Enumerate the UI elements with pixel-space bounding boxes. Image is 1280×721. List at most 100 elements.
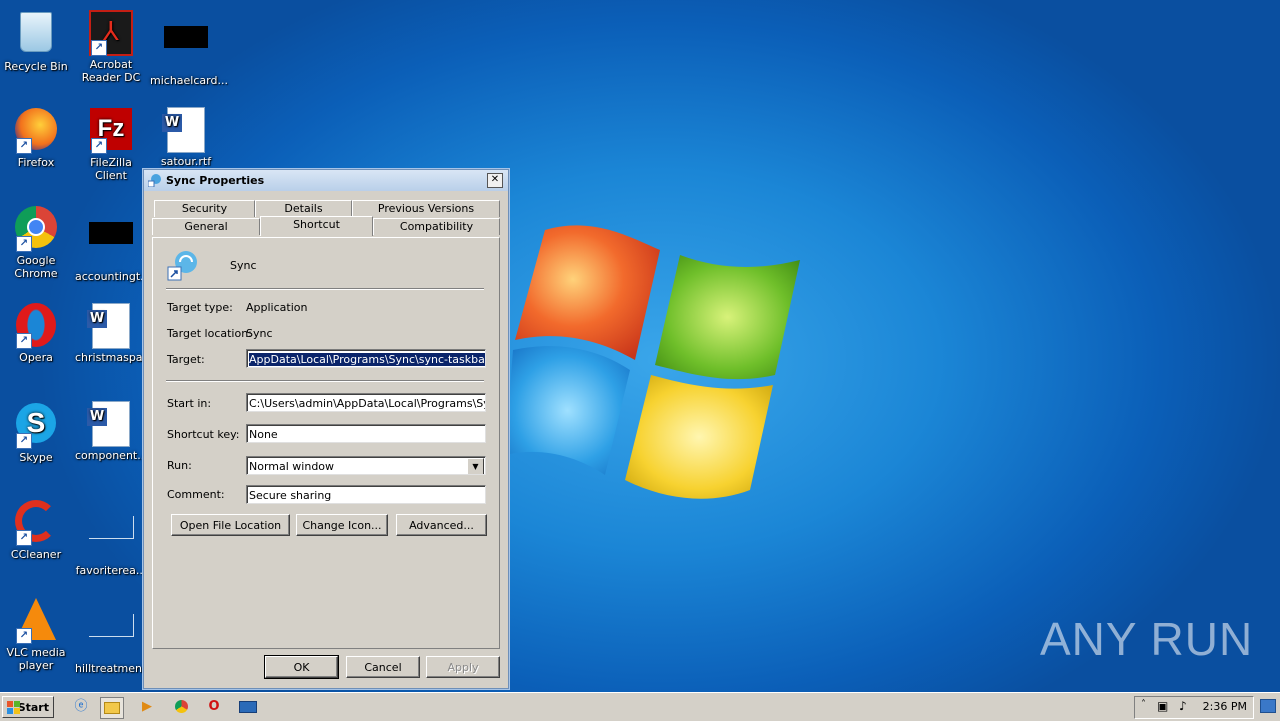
apply-button[interactable]: Apply [426,656,500,678]
desktop-icon[interactable]: ↗ Firefox [0,106,72,169]
tab-previous-versions[interactable]: Previous Versions [352,200,500,217]
desktop-icon[interactable]: favoriterea... [75,498,147,577]
desktop-icon-label: Firefox [17,156,55,169]
desktop-icon[interactable]: ⅄ ↗ Acrobat Reader DC [75,8,147,84]
comment-input[interactable]: Secure sharing [246,485,486,504]
desktop-icon-label: christmaspa... [75,351,154,364]
desktop-icon[interactable]: ↗ Opera [0,302,72,364]
desktop-icon[interactable]: Wchristmaspa... [75,302,154,364]
windows-logo [505,225,800,499]
word-doc-icon: W [87,401,135,447]
file-icon [87,222,135,268]
desktop-icon[interactable]: Recycle Bin [0,8,72,73]
title-bar[interactable]: Sync Properties ✕ [144,170,508,191]
shortcut-arrow-icon: ↗ [16,530,32,546]
dialog-title: Sync Properties [166,174,265,187]
vlc-icon: ↗ [12,598,60,644]
filezilla-icon: Fz ↗ [87,108,135,154]
desktop-icon[interactable]: S ↗ Skype [0,400,72,464]
run-label: Run: [167,459,192,472]
desktop-icon-label: Google Chrome [14,254,58,280]
start-label: Start [17,701,49,714]
shortcut-arrow-icon: ↗ [16,628,32,644]
volume-icon[interactable]: ♪ [1179,699,1187,713]
show-desktop-icon[interactable] [1260,699,1276,713]
target-input[interactable]: AppData\Local\Programs\Sync\sync-taskbar… [246,349,486,368]
start-in-input[interactable]: C:\Users\admin\AppData\Local\Programs\Sy… [246,393,486,412]
taskbar: Start ⓔ ▶ O ˄ ▣ ♪ 2:36 PM [0,692,1280,721]
desktop-icon[interactable]: ↗ CCleaner [0,498,72,561]
system-tray: ˄ ▣ ♪ 2:36 PM [1134,696,1254,719]
start-button[interactable]: Start [2,696,54,718]
desktop-icon-label: satour.rtf [160,155,212,168]
desktop-icon[interactable]: ↗ Google Chrome [0,204,72,280]
internet-explorer-icon[interactable]: ⓔ [70,697,92,717]
shortcut-arrow-icon: ↗ [16,333,32,349]
app-name: Sync [230,259,257,272]
desktop-icon[interactable]: michaelcard... [150,8,228,87]
opera-icon: ↗ [12,303,60,349]
tab-details[interactable]: Details [255,200,352,217]
chevron-down-icon[interactable]: ▼ [467,458,484,474]
shortcut-panel [152,237,500,649]
opera-icon[interactable]: O [203,697,225,717]
target-value: AppData\Local\Programs\Sync\sync-taskbar… [249,353,485,366]
desktop-icon[interactable]: Fz ↗ FileZilla Client [75,106,147,182]
explorer-folder-icon[interactable] [100,697,124,719]
comment-label: Comment: [167,488,225,501]
shortcut-arrow-icon: ↗ [16,138,32,154]
shortcut-arrow-icon: ↗ [16,433,32,449]
chrome-icon[interactable] [170,697,192,717]
desktop-icon-label: CCleaner [10,548,62,561]
close-button[interactable]: ✕ [487,173,503,188]
cancel-button[interactable]: Cancel [346,656,420,678]
run-value: Normal window [249,460,335,473]
desktop-icon-label: michaelcard... [150,74,228,87]
desktop-icon[interactable]: ↗ VLC media player [0,596,72,672]
tab-general[interactable]: General [152,218,260,235]
clock[interactable]: 2:36 PM [1203,700,1247,713]
skype-icon: S ↗ [12,403,60,449]
desktop-icon[interactable]: hilltreatmen... [75,596,153,675]
target-location-value: Sync [246,327,273,340]
desktop-icon-label: Skype [19,451,53,464]
desktop-icon-label: accountingt... [75,270,151,283]
separator [166,288,484,290]
open-file-location-button[interactable]: Open File Location [171,514,290,536]
desktop-icon-label: FileZilla Client [90,156,132,182]
change-icon-button[interactable]: Change Icon... [296,514,388,536]
desktop-icon-label: VLC media player [6,646,66,672]
recycle-bin-icon [12,12,60,58]
media-player-icon[interactable]: ▶ [136,697,158,717]
desktop-icon[interactable]: Wsatour.rtf [150,106,222,168]
desktop-icon-label: hilltreatmen... [75,662,153,675]
show-hidden-icons-icon[interactable]: ˄ [1141,699,1146,710]
chrome-icon: ↗ [12,206,60,252]
shortcut-arrow-icon: ↗ [16,236,32,252]
tab-compatibility[interactable]: Compatibility [373,218,500,235]
desktop-icon[interactable]: accountingt... [75,204,151,283]
tab-shortcut[interactable]: Shortcut [260,216,373,236]
shortcut-key-label: Shortcut key: [167,428,240,441]
advanced-button[interactable]: Advanced... [396,514,487,536]
sync-app-icon [148,174,161,187]
shortcut-arrow-icon: ↗ [91,40,107,56]
ccleaner-icon: ↗ [12,500,60,546]
anyrun-watermark: ANY RUN [1040,613,1254,665]
network-icon[interactable]: ▣ [1157,699,1168,713]
target-location-label: Target location: [167,327,252,340]
sync-shortcut-icon [167,251,197,281]
desktop-icon-label: Opera [19,351,53,364]
keyboard-icon[interactable] [237,697,259,717]
target-type-value: Application [246,301,308,314]
shortcut-key-input[interactable]: None [246,424,486,443]
desktop-icon[interactable]: Wcomponent... [75,400,148,462]
tab-security[interactable]: Security [154,200,255,217]
acrobat-icon: ⅄ ↗ [87,10,135,56]
ok-button[interactable]: OK [264,655,339,679]
separator [166,380,484,382]
target-type-label: Target type: [167,301,233,314]
shortcut-arrow-icon: ↗ [91,138,107,154]
run-select[interactable]: Normal window ▼ [246,456,486,475]
file-icon [87,614,135,660]
